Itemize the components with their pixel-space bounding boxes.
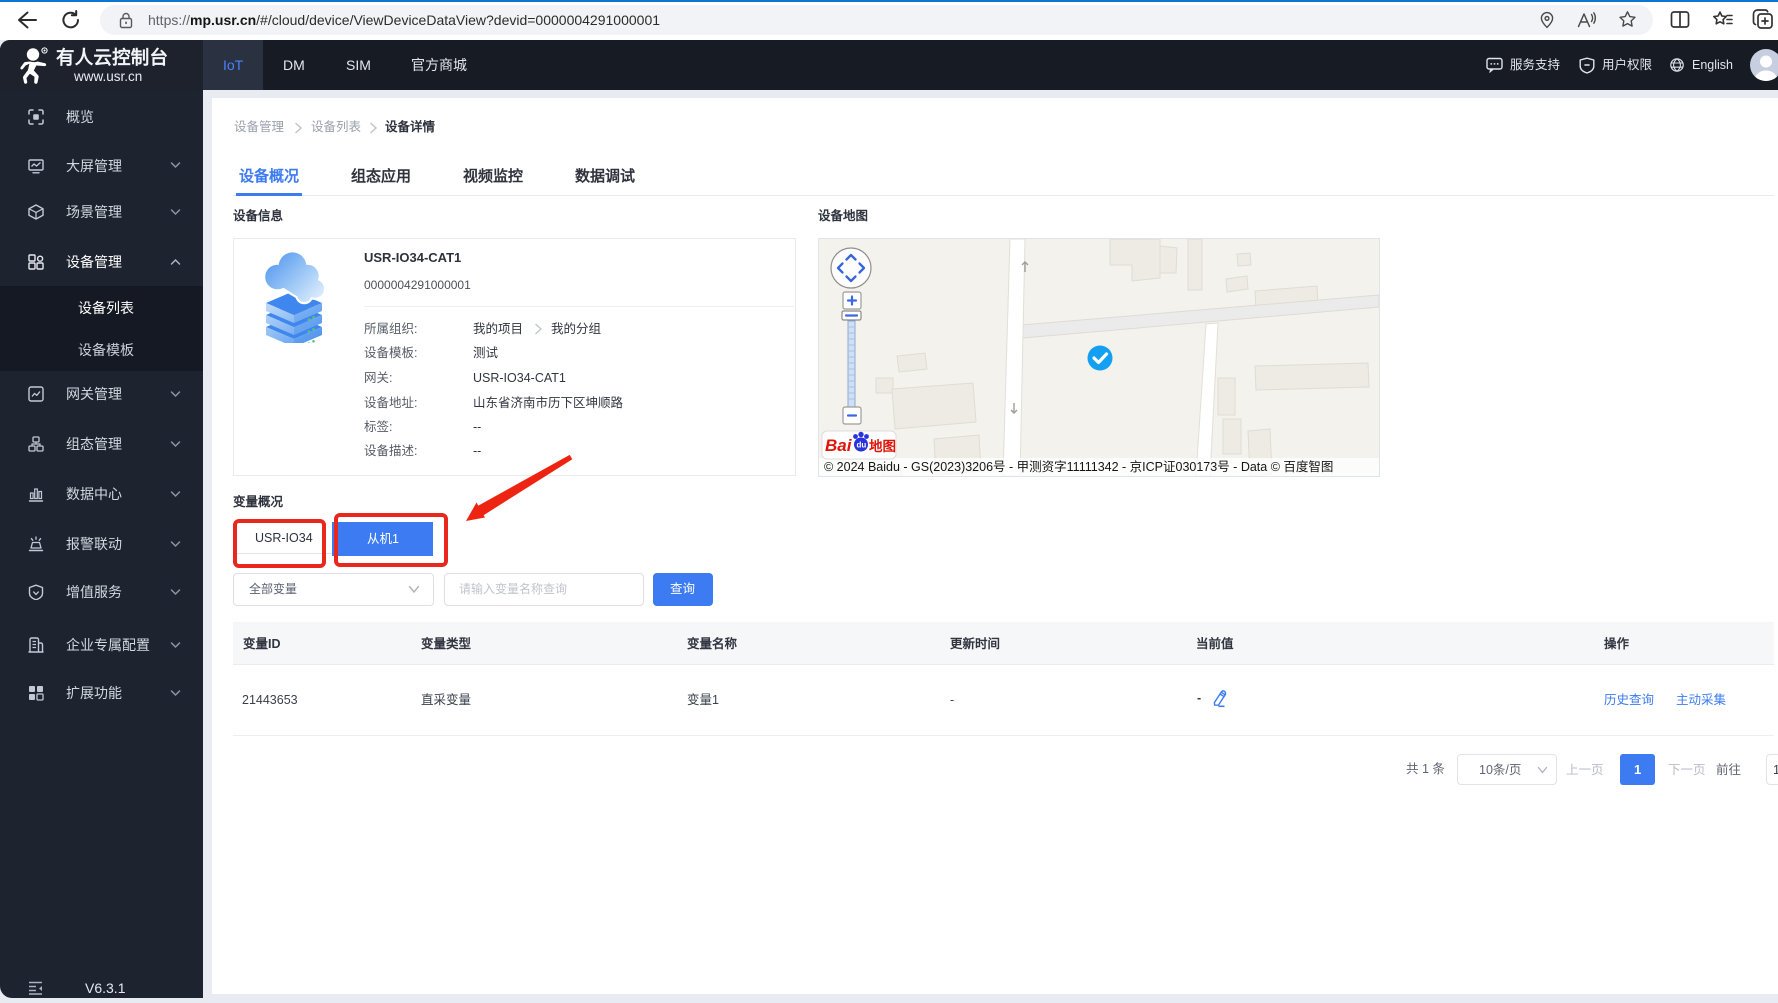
svg-text:地图: 地图 <box>869 438 896 454</box>
svg-text:Bai: Bai <box>825 436 853 455</box>
svg-text:© 2024 Baidu - GS(2023)3206号 -: © 2024 Baidu - GS(2023)3206号 - 甲测资字11111… <box>824 459 1333 474</box>
svg-text:du: du <box>857 441 867 450</box>
